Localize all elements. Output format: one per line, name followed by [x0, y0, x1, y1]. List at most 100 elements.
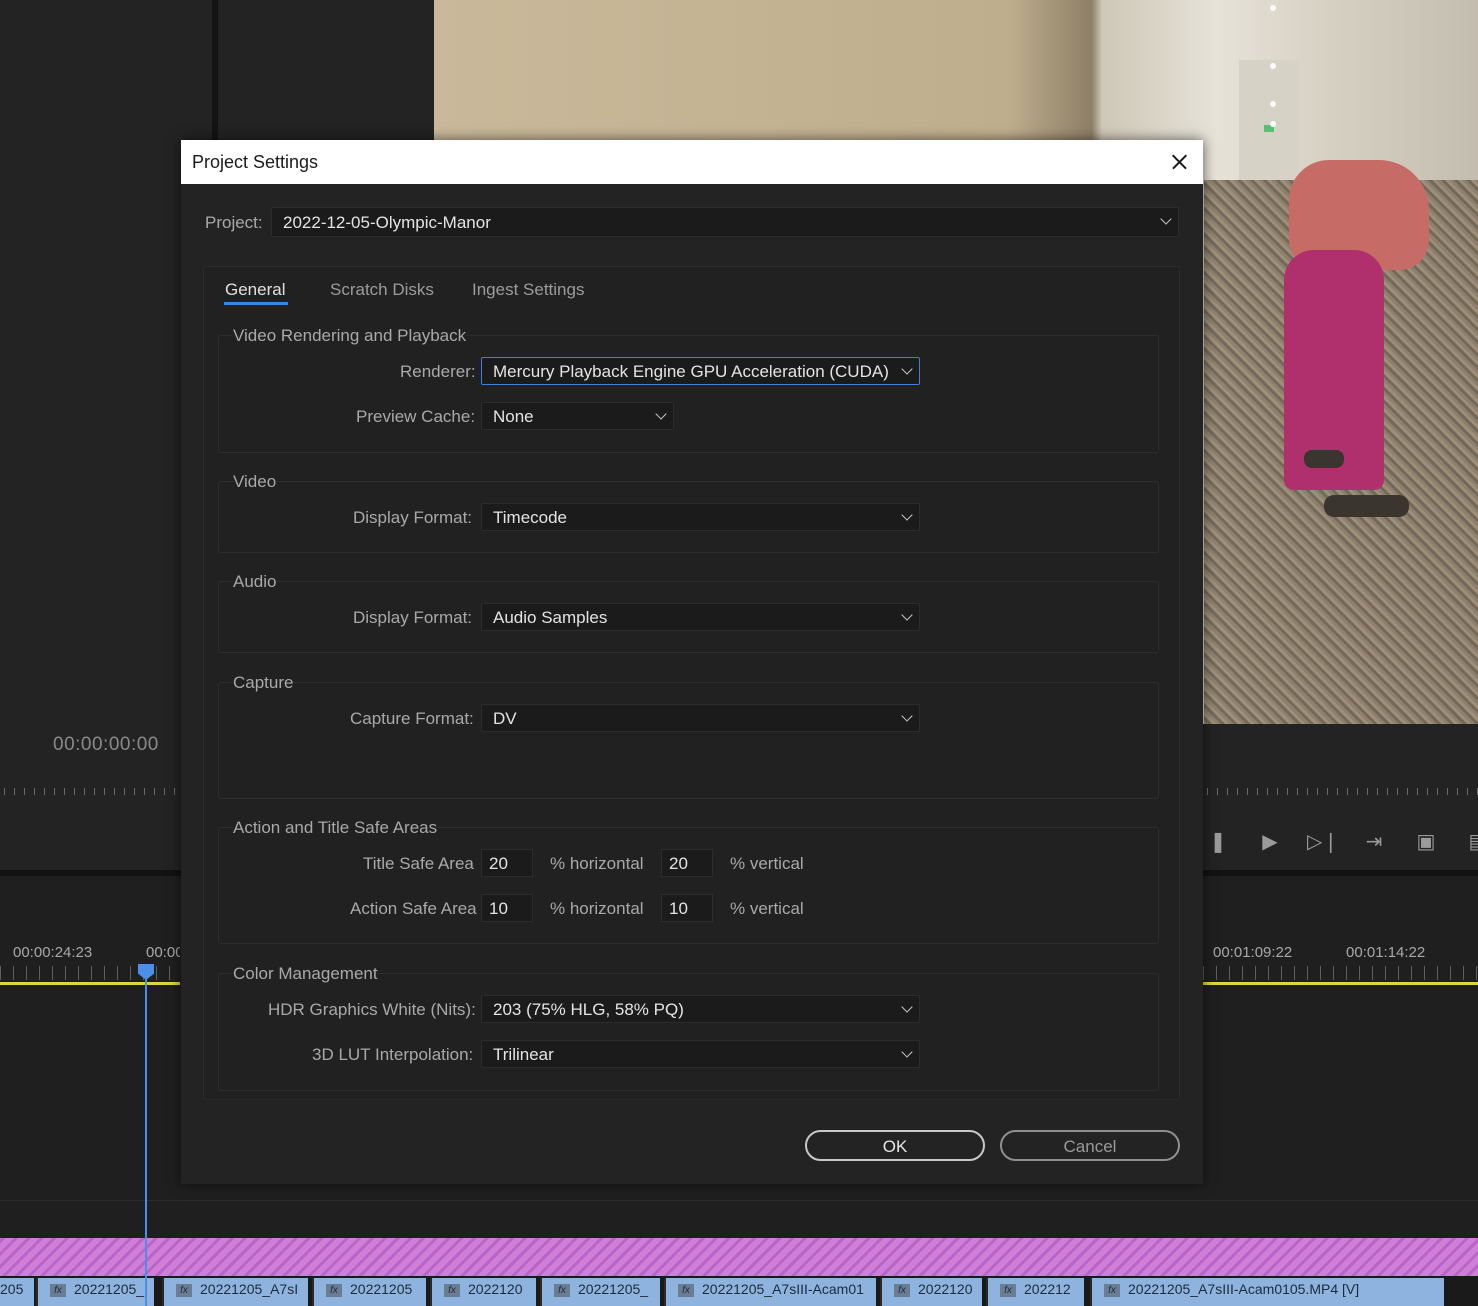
- hdr-white-select[interactable]: 203 (75% HLG, 58% PQ): [481, 995, 920, 1023]
- action-safe-horizontal-input[interactable]: 10: [481, 894, 533, 922]
- vertical-unit-label: % vertical: [730, 899, 804, 918]
- work-area-bar[interactable]: [1203, 982, 1478, 985]
- title-safe-label: Title Safe Area: [363, 854, 474, 873]
- action-safe-label: Action Safe Area: [350, 899, 477, 918]
- video-group-title: Video: [233, 472, 277, 492]
- audio-display-format-select[interactable]: Audio Samples: [481, 603, 920, 631]
- fx-icon: fx: [176, 1284, 192, 1297]
- video-clip[interactable]: fx 20221205_A7sIII-Acam0105.MP4 [V]: [1090, 1278, 1444, 1306]
- tab-ingest-settings[interactable]: Ingest Settings: [472, 280, 584, 300]
- video-display-format-select[interactable]: Timecode: [481, 503, 920, 531]
- person-shoe-shape: [1304, 450, 1344, 468]
- go-to-out-icon[interactable]: ⇥: [1359, 829, 1389, 854]
- dialog-title: Project Settings: [192, 152, 319, 172]
- clip-label: 20221205_A7sIII-Acam01: [702, 1281, 864, 1297]
- timeline-timecode: 00:01:14:22: [1346, 944, 1426, 961]
- ceiling-lights: [1270, 5, 1276, 11]
- extract-icon[interactable]: ▤: [1463, 829, 1478, 854]
- project-settings-dialog: Project Settings Project: 2022-12-05-Oly…: [181, 140, 1203, 1184]
- chevron-down-icon: [901, 1046, 913, 1058]
- fx-icon: fx: [678, 1284, 694, 1297]
- timeline-ruler[interactable]: [1203, 966, 1478, 980]
- step-forward-icon[interactable]: ▷❘: [1307, 829, 1339, 854]
- title-safe-vertical-input[interactable]: 20: [661, 849, 713, 877]
- capture-format-select[interactable]: DV: [481, 704, 920, 732]
- renderer-select-value: Mercury Playback Engine GPU Acceleration…: [493, 362, 889, 381]
- preview-cache-select[interactable]: None: [481, 402, 674, 430]
- source-timecode[interactable]: 00:00:00:00: [53, 734, 159, 756]
- tab-scratch-disks[interactable]: Scratch Disks: [330, 280, 434, 300]
- lut-interpolation-label: 3D LUT Interpolation:: [312, 1045, 474, 1064]
- fx-icon: fx: [50, 1284, 66, 1297]
- video-clip[interactable]: fx 2022120: [430, 1278, 536, 1306]
- track-divider: [0, 1200, 1478, 1201]
- title-safe-horizontal-input[interactable]: 20: [481, 849, 533, 877]
- person-shoe-shape: [1324, 495, 1409, 517]
- clip-label: 2022120: [468, 1281, 523, 1297]
- dialog-titlebar[interactable]: Project Settings: [181, 140, 1203, 184]
- capture-group: [218, 682, 1159, 799]
- horizontal-unit-label: % horizontal: [550, 854, 644, 873]
- video-clip[interactable]: fx 20221205_: [36, 1278, 154, 1306]
- preview-cache-value: None: [493, 407, 534, 426]
- preview-cache-label: Preview Cache:: [356, 407, 476, 426]
- play-icon[interactable]: ▶: [1255, 829, 1285, 854]
- video-clip[interactable]: fx 202212: [986, 1278, 1084, 1306]
- clip-label: 202212: [1024, 1281, 1071, 1297]
- transport-controls: ❚ ▶ ▷❘ ⇥ ▣ ▤: [1203, 826, 1478, 856]
- chevron-down-icon: [901, 609, 913, 621]
- video-display-format-value: Timecode: [493, 508, 568, 527]
- audio-clip[interactable]: [0, 1238, 1478, 1276]
- clip-label: 2022120: [918, 1281, 973, 1297]
- tab-general[interactable]: General: [225, 280, 285, 300]
- chevron-down-icon: [1160, 213, 1172, 225]
- program-ruler[interactable]: [1203, 780, 1478, 796]
- safe-areas-group: [218, 827, 1159, 944]
- clip-label: 20221205: [350, 1281, 413, 1297]
- safe-areas-title: Action and Title Safe Areas: [233, 818, 438, 838]
- clip-label: 205: [0, 1281, 24, 1297]
- video-clip[interactable]: fx 20221205_A7sI: [162, 1278, 308, 1306]
- clip-label: 20221205_: [578, 1281, 649, 1297]
- horizontal-unit-label: % horizontal: [550, 899, 644, 918]
- pause-icon[interactable]: ❚: [1203, 829, 1233, 854]
- close-icon[interactable]: [1161, 144, 1197, 180]
- timeline-timecode: 00:00: [146, 944, 180, 961]
- clip-label: 20221205_A7sI: [200, 1281, 299, 1297]
- cancel-button[interactable]: Cancel: [1000, 1130, 1180, 1161]
- video-clip[interactable]: fx 20221205_A7sIII-Acam01: [664, 1278, 876, 1306]
- clip-label: 20221205_: [74, 1281, 145, 1297]
- capture-group-title: Capture: [233, 673, 294, 693]
- video-clip[interactable]: 205: [0, 1278, 34, 1306]
- capture-format-value: DV: [493, 709, 517, 728]
- chevron-down-icon: [901, 509, 913, 521]
- source-ruler[interactable]: [0, 780, 180, 796]
- chevron-down-icon: [901, 363, 913, 375]
- fx-icon: fx: [1104, 1284, 1120, 1297]
- audio-display-format-value: Audio Samples: [493, 608, 608, 627]
- video-clip[interactable]: fx 20221205: [312, 1278, 426, 1306]
- active-tab-indicator: [224, 302, 288, 305]
- fx-icon: fx: [1000, 1284, 1016, 1297]
- chevron-down-icon: [655, 408, 667, 420]
- video-clip[interactable]: fx 2022120: [880, 1278, 982, 1306]
- chevron-down-icon: [901, 1001, 913, 1013]
- work-area-bar[interactable]: [0, 982, 180, 985]
- project-select[interactable]: 2022-12-05-Olympic-Manor: [271, 207, 1179, 237]
- renderer-label: Renderer:: [400, 362, 476, 381]
- fx-icon: fx: [326, 1284, 342, 1297]
- hdr-white-value: 203 (75% HLG, 58% PQ): [493, 1000, 684, 1019]
- renderer-select[interactable]: Mercury Playback Engine GPU Acceleration…: [481, 357, 920, 385]
- lut-interpolation-select[interactable]: Trilinear: [481, 1040, 920, 1068]
- timeline-timecode: 00:01:09:22: [1213, 944, 1293, 961]
- fx-icon: fx: [444, 1284, 460, 1297]
- video-display-format-label: Display Format:: [353, 508, 473, 527]
- exit-sign-shape: [1264, 125, 1274, 132]
- ok-button[interactable]: OK: [805, 1130, 985, 1161]
- lift-icon[interactable]: ▣: [1411, 829, 1441, 854]
- video-clip[interactable]: fx 20221205_: [540, 1278, 660, 1306]
- timeline-timecode: 00:00:24:23: [13, 944, 93, 961]
- playhead-line: [145, 978, 147, 1306]
- action-safe-vertical-input[interactable]: 10: [661, 894, 713, 922]
- hdr-white-label: HDR Graphics White (Nits):: [268, 1000, 476, 1019]
